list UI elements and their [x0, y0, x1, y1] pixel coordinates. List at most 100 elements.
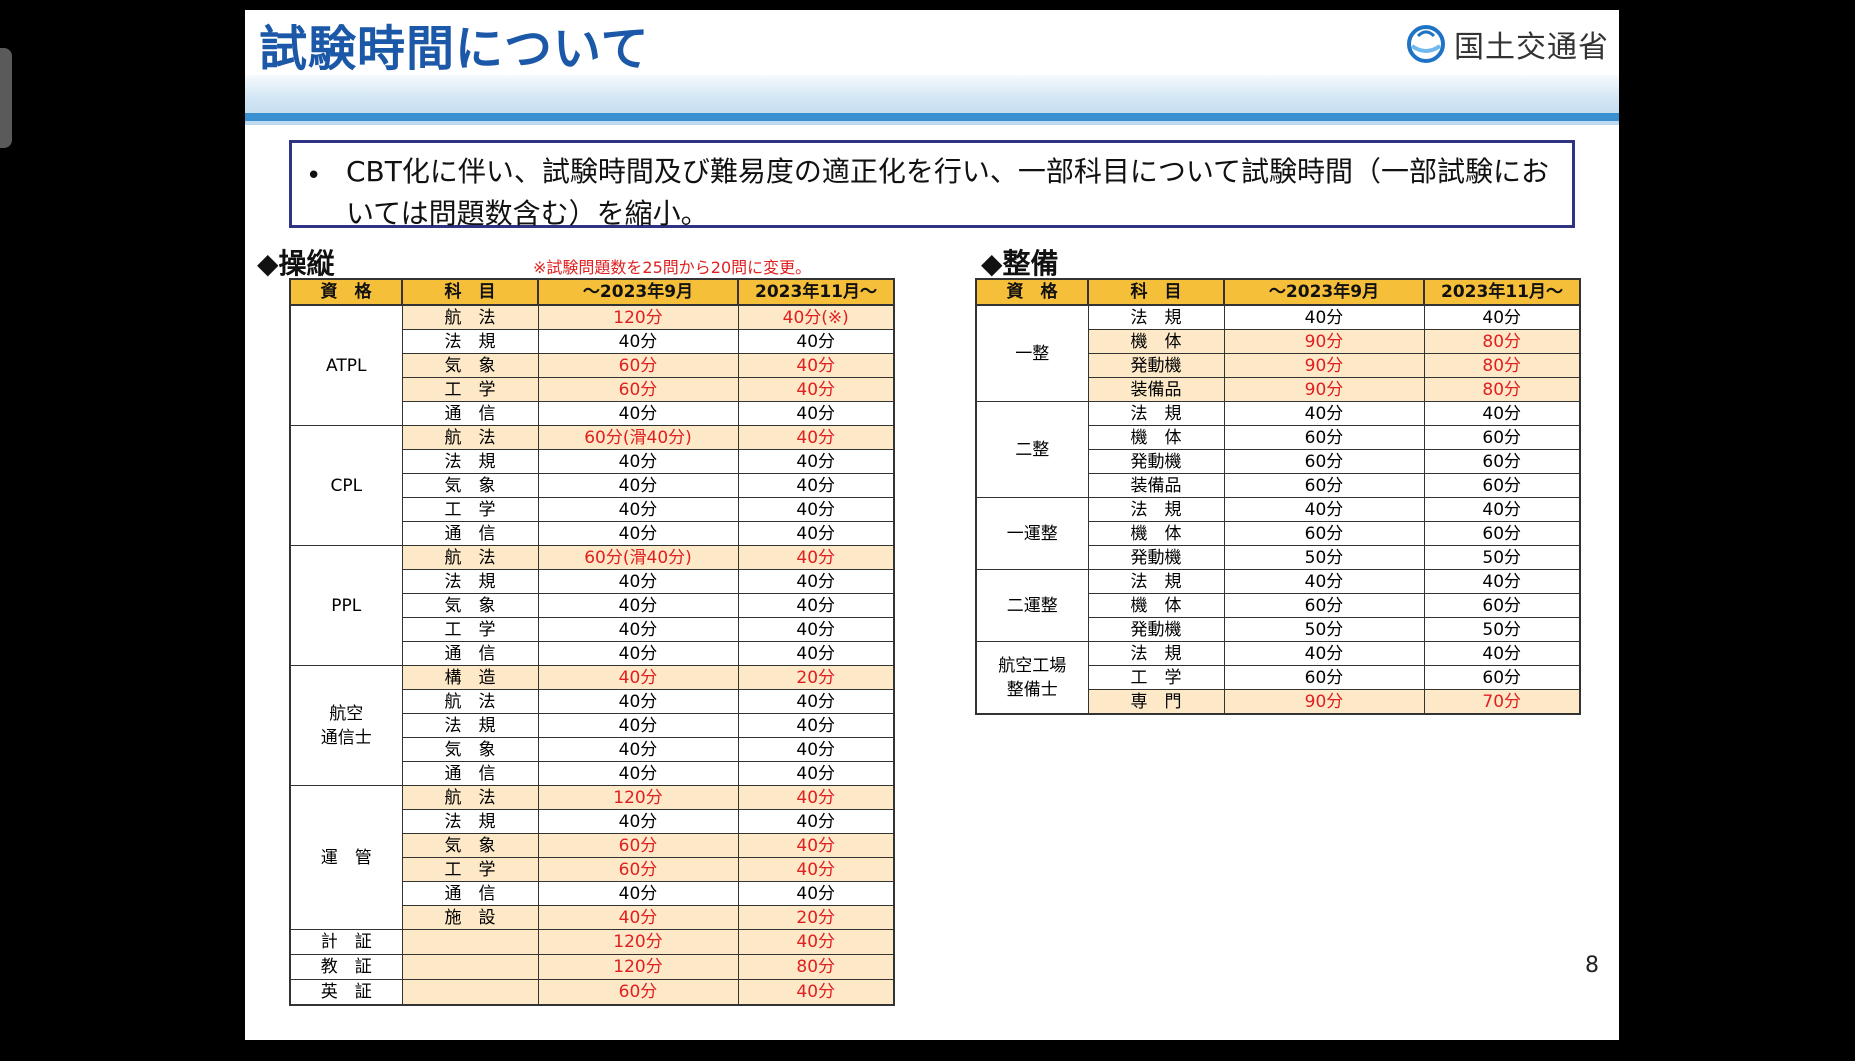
- table-row: 一整法 規 40分 40分: [975, 304, 1581, 402]
- before-time-cell: 60分: [537, 833, 739, 858]
- subject-cell: 施 設: [401, 905, 539, 930]
- maintenance-exam-time-table: 資 格科 目～2023年9月 2023年11月～ 一整法 規 40分 40分機 体 90…: [975, 278, 1581, 715]
- after-time-cell: 40分: [1423, 304, 1581, 330]
- maintenance-section-title: ◆整備: [981, 247, 1059, 280]
- before-time-cell: 60分: [1223, 665, 1425, 690]
- pilot-section-title: ◆操縦: [257, 247, 335, 280]
- after-time-cell: 40分: [737, 929, 895, 955]
- after-time-cell: 60分: [1423, 425, 1581, 450]
- subject-cell: 法 規: [1087, 497, 1225, 522]
- subject-cell: 法 規: [401, 809, 539, 834]
- after-time-cell: 60分: [1423, 665, 1581, 690]
- after-time-cell: 40分: [737, 425, 895, 450]
- column-header: ～2023年9月: [537, 278, 739, 306]
- before-time-cell: 40分: [537, 497, 739, 522]
- subject-cell: 工 学: [1087, 665, 1225, 690]
- summary-text: CBT化に伴い、試験時間及び難易度の適正化を行い、一部科目について試験時間（一部…: [346, 155, 1550, 230]
- after-time-cell: 40分: [737, 689, 895, 714]
- summary-box: • CBT化に伴い、試験時間及び難易度の適正化を行い、一部科目について試験時間（…: [289, 140, 1575, 230]
- before-time-cell: 40分: [537, 809, 739, 834]
- column-header: 資 格: [289, 278, 403, 306]
- before-time-cell: 40分: [537, 761, 739, 786]
- subject-cell: [401, 954, 539, 980]
- qualification-cell: 運 管: [289, 785, 403, 930]
- subject-cell: 通 信: [401, 521, 539, 546]
- qualification-cell: 二運整: [975, 569, 1089, 642]
- subject-cell: 気 象: [401, 737, 539, 762]
- subject-cell: [401, 979, 539, 1006]
- table-row: 計 証 120分 40分: [289, 929, 895, 955]
- after-time-cell: 40分: [737, 353, 895, 378]
- before-time-cell: 120分: [537, 785, 739, 810]
- subject-cell: 工 学: [401, 497, 539, 522]
- before-time-cell: 40分: [537, 449, 739, 474]
- after-time-cell: 40分: [737, 401, 895, 426]
- after-time-cell: 40分: [737, 593, 895, 618]
- column-header: 資 格: [975, 278, 1089, 306]
- after-time-cell: 40分: [737, 761, 895, 786]
- table-row: 航空工場 整備士法 規 40分 40分: [975, 641, 1581, 715]
- subject-cell: 工 学: [401, 617, 539, 642]
- before-time-cell: 120分: [537, 304, 739, 330]
- subject-cell: 気 象: [401, 473, 539, 498]
- subject-cell: 機 体: [1087, 521, 1225, 546]
- before-time-cell: 40分: [1223, 304, 1425, 330]
- before-time-cell: 60分: [1223, 593, 1425, 618]
- subject-cell: 航 法: [401, 304, 539, 330]
- subject-cell: 機 体: [1087, 329, 1225, 354]
- after-time-cell: 80分: [1423, 377, 1581, 402]
- before-time-cell: 60分(滑40分): [537, 425, 739, 450]
- after-time-cell: 80分: [1423, 329, 1581, 354]
- table-row: 一運整法 規 40分 40分: [975, 497, 1581, 570]
- before-time-cell: 40分: [1223, 497, 1425, 522]
- before-time-cell: 40分: [537, 905, 739, 930]
- qualification-cell: 計 証: [289, 929, 403, 955]
- subject-cell: 気 象: [401, 833, 539, 858]
- after-time-cell: 40分: [737, 737, 895, 762]
- subject-cell: 発動機: [1087, 545, 1225, 570]
- qualification-cell: PPL: [289, 545, 403, 666]
- subject-cell: 発動機: [1087, 449, 1225, 474]
- after-time-cell: 60分: [1423, 473, 1581, 498]
- subject-cell: 通 信: [401, 401, 539, 426]
- subject-cell: 構 造: [401, 665, 539, 690]
- after-time-cell: 80分: [1423, 353, 1581, 378]
- after-time-cell: 20分: [737, 905, 895, 930]
- before-time-cell: 40分: [537, 329, 739, 354]
- before-time-cell: 40分: [537, 473, 739, 498]
- before-time-cell: 60分: [1223, 449, 1425, 474]
- before-time-cell: 120分: [537, 929, 739, 955]
- before-time-cell: 40分: [1223, 569, 1425, 594]
- table-row: CPL 航 法 60分(滑40分) 40分: [289, 425, 895, 546]
- pilot-section-note: ※試験問題数を25問から20問に変更。: [533, 258, 812, 277]
- column-header: 科 目: [401, 278, 539, 306]
- subject-cell: 装備品: [1087, 473, 1225, 498]
- subject-cell: 法 規: [401, 713, 539, 738]
- after-time-cell: 50分: [1423, 545, 1581, 570]
- before-time-cell: 40分: [537, 401, 739, 426]
- after-time-cell: 40分: [737, 329, 895, 354]
- before-time-cell: 60分: [1223, 473, 1425, 498]
- column-header: 科 目: [1087, 278, 1225, 306]
- after-time-cell: 40分: [737, 979, 895, 1006]
- before-time-cell: 40分: [537, 617, 739, 642]
- before-time-cell: 40分: [537, 569, 739, 594]
- table-header-row: 資 格科 目～2023年9月 2023年11月～: [975, 278, 1581, 306]
- qualification-cell: 英 証: [289, 979, 403, 1006]
- before-time-cell: 40分: [537, 521, 739, 546]
- before-time-cell: 60分: [1223, 425, 1425, 450]
- after-time-cell: 40分: [737, 641, 895, 666]
- before-time-cell: 60分: [537, 377, 739, 402]
- table-row: 英 証 60分 40分: [289, 979, 895, 1006]
- after-time-cell: 40分: [737, 713, 895, 738]
- before-time-cell: 60分: [1223, 521, 1425, 546]
- qualification-cell: 一整: [975, 304, 1089, 402]
- column-header: ～2023年9月: [1223, 278, 1425, 306]
- subject-cell: 機 体: [1087, 593, 1225, 618]
- page-number: 8: [1585, 953, 1599, 978]
- before-time-cell: 60分: [537, 979, 739, 1006]
- mlit-logo: 国土交通省: [1406, 20, 1609, 68]
- side-panel-handle[interactable]: [0, 48, 12, 148]
- after-time-cell: 40分(※): [737, 304, 895, 330]
- before-time-cell: 40分: [537, 665, 739, 690]
